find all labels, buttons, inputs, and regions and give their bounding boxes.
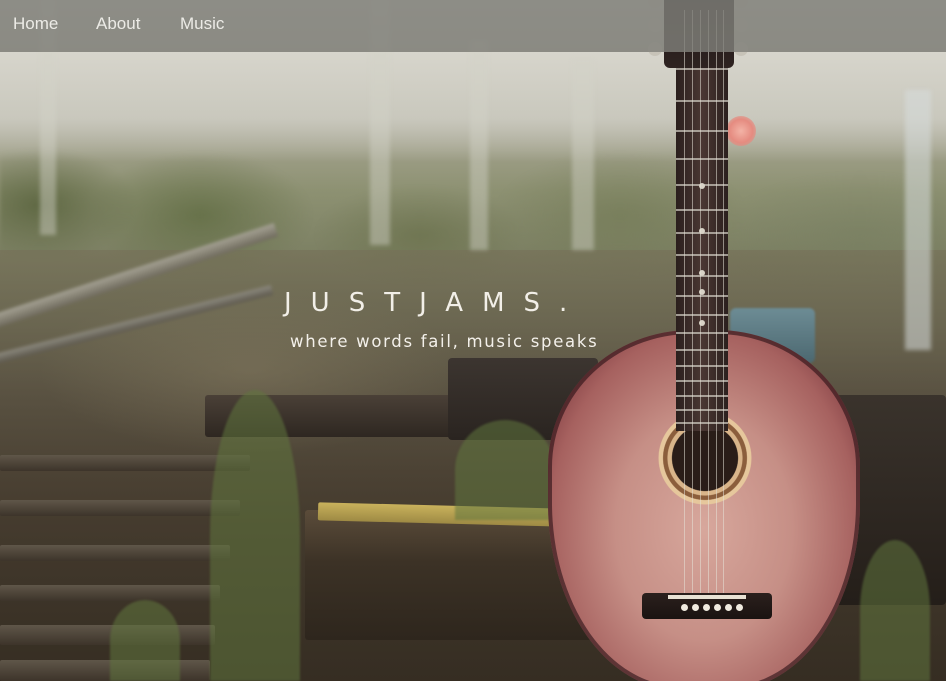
grass-tuft [455, 420, 555, 520]
bridge-pin [714, 604, 721, 611]
guitar-string [700, 10, 701, 600]
bridge-pin [681, 604, 688, 611]
nav-link-home[interactable]: Home [13, 14, 58, 34]
grass-tuft [860, 540, 930, 681]
bridge-pin [692, 604, 699, 611]
railway-signal-light [726, 116, 756, 146]
site-title-text: JUSTJAMS [284, 288, 560, 318]
guitar-string [692, 10, 693, 600]
guitar-string [723, 10, 724, 600]
guitar-string [708, 10, 709, 600]
utility-pole [572, 60, 594, 250]
nav-link-music[interactable]: Music [180, 14, 224, 34]
utility-pole [905, 90, 931, 350]
nav-link-about[interactable]: About [96, 14, 140, 34]
rail-sleeper [0, 455, 250, 471]
rail-sleeper [0, 625, 215, 645]
guitar-string [716, 10, 717, 600]
rail-sleeper [0, 500, 240, 516]
bridge-pin [725, 604, 732, 611]
bridge-pin [736, 604, 743, 611]
site-title-dot: . [559, 288, 568, 318]
bridge-pin [703, 604, 710, 611]
rail-sleeper [0, 545, 230, 561]
site-tagline: where words fail, music speaks [290, 332, 599, 351]
top-navbar: Home About Music [0, 0, 946, 52]
site-title: JUSTJAMS. [284, 288, 624, 318]
utility-pole [470, 40, 488, 250]
hero-section: Home About Music JUSTJAMS. where words f… [0, 0, 946, 681]
guitar-saddle [668, 595, 746, 599]
grass-tuft [210, 390, 300, 681]
guitar-string [684, 10, 685, 600]
rail-sleeper [0, 585, 220, 601]
grass-tuft [110, 600, 180, 681]
